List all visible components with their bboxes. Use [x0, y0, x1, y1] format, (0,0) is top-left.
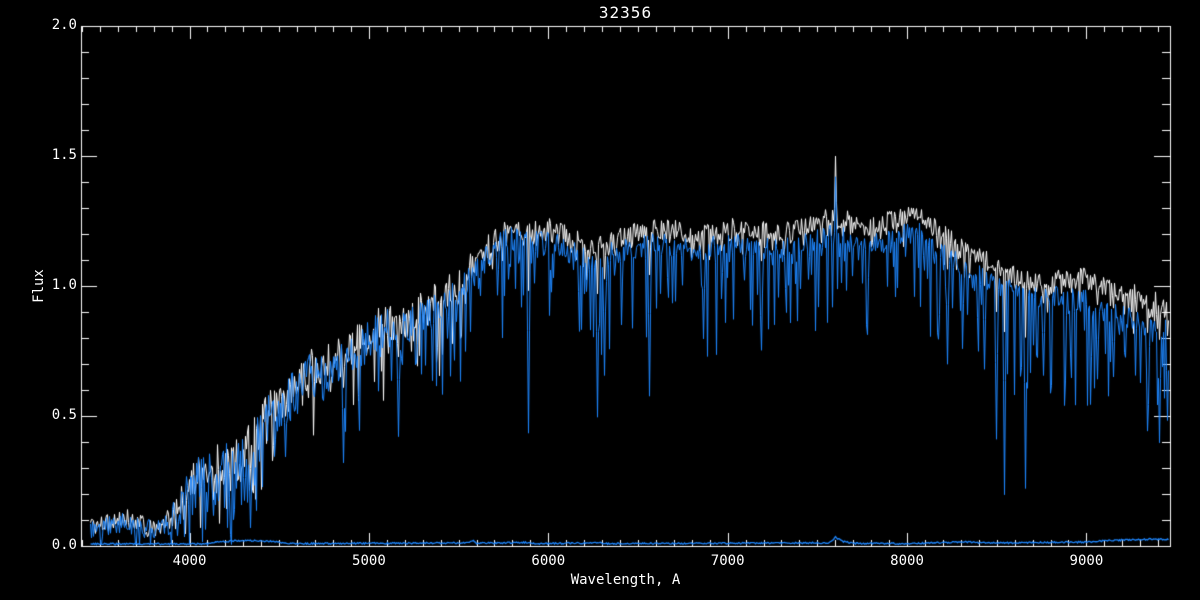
y-tick-label: 0.5 [31, 407, 77, 423]
x-tick-label: 4000 [158, 553, 222, 569]
chart-title: 32356 [81, 3, 1170, 22]
spectrum-figure: 32356 Wavelength, A Flux 400050006000700… [0, 0, 1200, 600]
x-tick-label: 6000 [516, 553, 580, 569]
y-tick-label: 1.5 [31, 147, 77, 163]
spectrum-canvas [0, 0, 1200, 600]
y-tick-label: 0.0 [31, 537, 77, 553]
y-tick-label: 1.0 [31, 277, 77, 293]
y-tick-label: 2.0 [31, 17, 77, 33]
x-axis-label: Wavelength, A [81, 572, 1170, 588]
x-tick-label: 9000 [1054, 553, 1118, 569]
x-tick-label: 7000 [696, 553, 760, 569]
x-tick-label: 5000 [337, 553, 401, 569]
x-tick-label: 8000 [875, 553, 939, 569]
